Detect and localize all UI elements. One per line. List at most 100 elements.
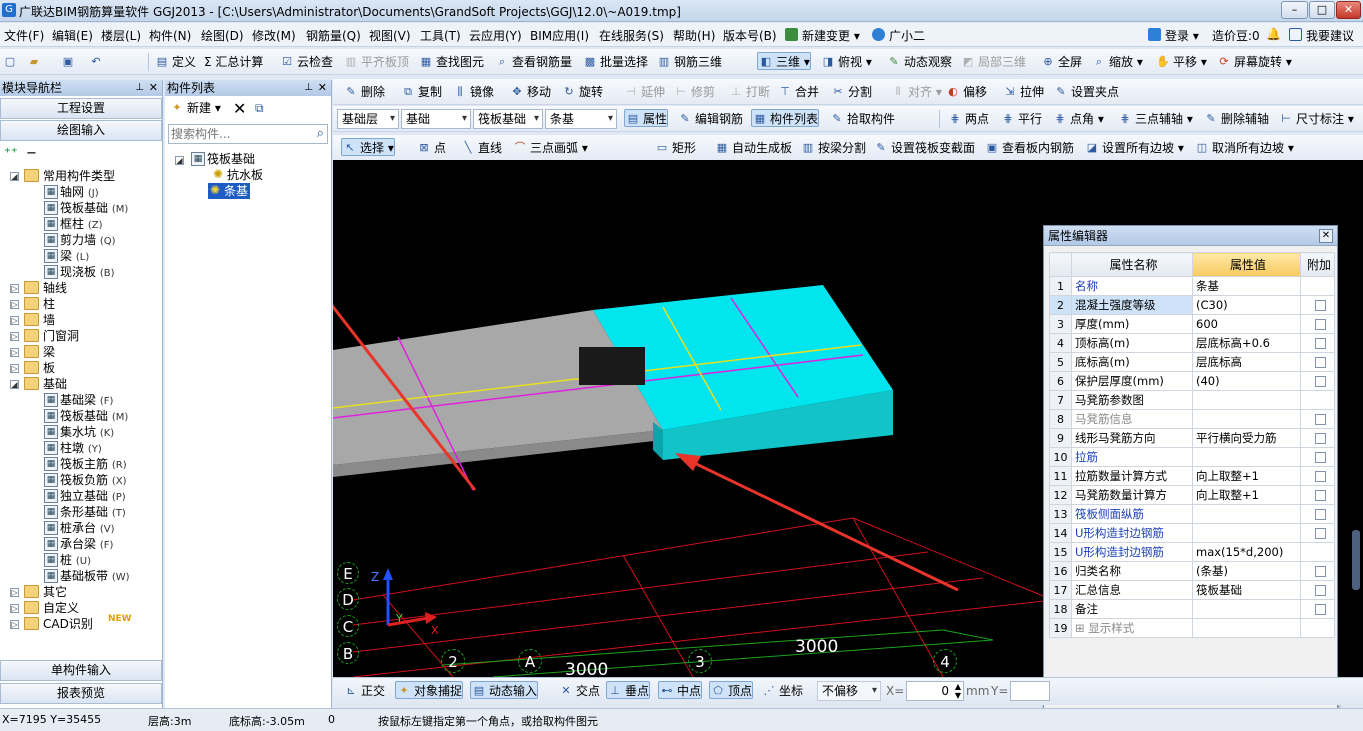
collapse-all-icon[interactable]: − bbox=[26, 146, 37, 161]
floor-select[interactable]: 基础层 bbox=[337, 109, 399, 129]
move-button[interactable]: ✥ 移动 bbox=[509, 83, 551, 101]
menu-file[interactable]: 文件(F) bbox=[4, 27, 44, 44]
expand-toggle-icon[interactable]: ▷ bbox=[10, 364, 19, 373]
pin-icon[interactable]: ⊥ bbox=[304, 80, 313, 96]
property-row[interactable]: 12 马凳筋数量计算方 向上取整+1 bbox=[1049, 485, 1335, 505]
property-value[interactable]: 条基 bbox=[1192, 276, 1301, 296]
align-button[interactable]: ⫴ 对齐 ▾ bbox=[890, 83, 942, 101]
split-button[interactable]: ✂ 分割 bbox=[830, 83, 872, 101]
vertex-snap[interactable]: ⬠ 顶点 bbox=[709, 681, 754, 699]
extra-checkbox[interactable] bbox=[1315, 319, 1326, 330]
menu-guangxiaoer[interactable]: 广小二 bbox=[872, 27, 925, 44]
fullscreen-button[interactable]: ⊕ 全屏 bbox=[1040, 53, 1082, 71]
extra-checkbox[interactable] bbox=[1315, 357, 1326, 368]
report-preview-button[interactable]: 报表预览 bbox=[0, 683, 162, 704]
maximize-button[interactable]: □ bbox=[1309, 1, 1335, 19]
copy-component-icon[interactable]: ⧉ bbox=[255, 101, 264, 116]
offset-button[interactable]: ◐ 偏移 bbox=[945, 83, 987, 101]
define-button[interactable]: ▤ 定义 bbox=[154, 53, 196, 71]
expand-all-icon[interactable]: ⁺⁺ bbox=[4, 146, 18, 161]
menu-cloud[interactable]: 云应用(Y) bbox=[469, 27, 522, 44]
parallel-axis-button[interactable]: ⋕ 平行 bbox=[1000, 110, 1042, 128]
menu-floor[interactable]: 楼层(L) bbox=[101, 27, 141, 44]
tree-item-foundation[interactable]: ▦ 桩承台 (V) bbox=[44, 520, 115, 536]
close-icon[interactable]: ✕ bbox=[1319, 229, 1333, 243]
property-value[interactable]: 层底标高+0.6 bbox=[1192, 333, 1301, 353]
property-value[interactable] bbox=[1192, 409, 1301, 429]
close-icon[interactable]: ✕ bbox=[318, 80, 327, 96]
tree-item-foundation[interactable]: ▦ 条形基础 (T) bbox=[44, 504, 126, 520]
expand-toggle-icon[interactable]: ◢ bbox=[10, 380, 19, 389]
open-file-button[interactable]: ▰ bbox=[26, 53, 44, 71]
tree-group[interactable]: 板 bbox=[24, 360, 55, 376]
expand-toggle-icon[interactable]: ▷ bbox=[10, 332, 19, 341]
3d-view-button[interactable]: ◧ 三维 ▾ bbox=[757, 52, 811, 70]
auto-generate-slab-button[interactable]: ▦ 自动生成板 bbox=[714, 139, 792, 157]
point-angle-button[interactable]: ⋕ 点角 ▾ bbox=[1052, 110, 1103, 128]
tree-group[interactable]: 轴线 bbox=[24, 280, 67, 296]
property-value[interactable]: 平行横向受力筋 bbox=[1192, 428, 1301, 448]
type-select[interactable]: 筏板基础 bbox=[473, 109, 543, 129]
summary-calc-button[interactable]: Σ 汇总计算 bbox=[200, 53, 263, 71]
properties-button[interactable]: ▤ 属性 bbox=[624, 109, 669, 127]
stretch-button[interactable]: ⇲ 拉伸 bbox=[1002, 83, 1044, 101]
cloud-check-button[interactable]: ☑ 云检查 bbox=[279, 53, 333, 71]
property-value[interactable]: max(15*d,200) bbox=[1192, 542, 1301, 562]
align-slab-top-button[interactable]: ▥ 平齐板顶 bbox=[343, 53, 409, 71]
edit-rebar-button[interactable]: ✎ 编辑钢筋 bbox=[677, 110, 743, 128]
tree-group-other[interactable]: CAD识别 bbox=[24, 616, 93, 632]
menu-new-change[interactable]: 新建变更 ▾ bbox=[785, 27, 860, 44]
dynamic-orbit-button[interactable]: ✎ 动态观察 bbox=[886, 53, 952, 71]
break-button[interactable]: ⊥ 打断 bbox=[728, 83, 770, 101]
screen-rotate-button[interactable]: ⟳ 屏幕旋转 ▾ bbox=[1216, 53, 1291, 71]
find-element-button[interactable]: ▦ 查找图元 bbox=[418, 53, 484, 71]
dynamic-input-toggle[interactable]: ▤ 动态输入 bbox=[470, 681, 539, 699]
property-row[interactable]: 16 归类名称 (条基) bbox=[1049, 561, 1335, 581]
expand-toggle-icon[interactable]: ▷ bbox=[10, 588, 19, 597]
tree-item-raft-foundation-selected[interactable]: ▦ 筏板基础 (M) bbox=[44, 408, 128, 424]
property-row[interactable]: 18 备注 bbox=[1049, 599, 1335, 619]
extend-button[interactable]: ⊣ 延伸 bbox=[623, 83, 665, 101]
expand-toggle-icon[interactable]: ▷ bbox=[10, 604, 19, 613]
expand-toggle-icon[interactable]: ▷ bbox=[10, 284, 19, 293]
mirror-button[interactable]: ⫼ 镜像 bbox=[452, 83, 494, 101]
x-offset-input[interactable]: 0 ▲ ▼ bbox=[906, 681, 964, 701]
tree-group-foundation[interactable]: 基础 bbox=[24, 376, 67, 392]
rectangle-button[interactable]: ▭ 矩形 bbox=[654, 139, 696, 157]
collapse-toggle-icon[interactable]: ◢ bbox=[175, 156, 184, 165]
menu-draw[interactable]: 绘图(D) bbox=[201, 27, 244, 44]
single-component-input-button[interactable]: 单构件输入 bbox=[0, 660, 162, 681]
property-row[interactable]: 11 拉筋数量计算方式 向上取整+1 bbox=[1049, 466, 1335, 486]
set-grip-button[interactable]: ✎ 设置夹点 bbox=[1053, 83, 1119, 101]
property-value[interactable]: 筏板基础 bbox=[1192, 580, 1301, 600]
batch-select-button[interactable]: ▩ 批量选择 bbox=[582, 53, 648, 71]
property-row[interactable]: 8 马凳筋信息 bbox=[1049, 409, 1335, 429]
tree-item-common[interactable]: ▦ 剪力墙 (Q) bbox=[44, 232, 116, 248]
extra-checkbox[interactable] bbox=[1315, 509, 1326, 520]
three-point-axis-button[interactable]: ⋕ 三点辅轴 ▾ bbox=[1117, 110, 1192, 128]
tree-item-common[interactable]: ▦ 现浇板 (B) bbox=[44, 264, 115, 280]
property-row[interactable]: 17 汇总信息 筏板基础 bbox=[1049, 580, 1335, 600]
spinner-icon[interactable]: ▲ ▼ bbox=[955, 682, 961, 700]
property-value[interactable]: (C30) bbox=[1192, 295, 1301, 315]
tree-item-foundation[interactable]: ▦ 集水坑 (K) bbox=[44, 424, 114, 440]
extra-checkbox[interactable] bbox=[1315, 604, 1326, 615]
menu-modify[interactable]: 修改(M) bbox=[252, 27, 296, 44]
view-slab-rebar-button[interactable]: ▣ 查看板内钢筋 bbox=[984, 139, 1074, 157]
trim-button[interactable]: ⊢ 修剪 bbox=[673, 83, 715, 101]
top-view-button[interactable]: ◨ 俯视 ▾ bbox=[820, 53, 872, 71]
rebar-3d-button[interactable]: ▥ 钢筋三维 bbox=[656, 53, 722, 71]
extra-checkbox[interactable] bbox=[1315, 300, 1326, 311]
property-value[interactable] bbox=[1192, 504, 1301, 524]
delete-component-icon[interactable]: ✕ bbox=[233, 99, 246, 118]
extra-checkbox[interactable] bbox=[1315, 471, 1326, 482]
dimension-button[interactable]: ⊢ 尺寸标注 ▾ bbox=[1278, 110, 1354, 128]
property-value[interactable] bbox=[1192, 390, 1301, 410]
property-row[interactable]: 9 线形马凳筋方向 平行横向受力筋 bbox=[1049, 428, 1335, 448]
tree-group-other[interactable]: 其它 bbox=[24, 584, 67, 600]
bell-icon[interactable]: 🔔 bbox=[1266, 27, 1281, 41]
menu-help[interactable]: 帮助(H) bbox=[673, 27, 715, 44]
drawing-input-button[interactable]: 绘图输入 bbox=[0, 120, 162, 141]
rotate-button[interactable]: ↻ 旋转 bbox=[561, 83, 603, 101]
delete-button[interactable]: ✎ 删除 bbox=[343, 83, 385, 101]
